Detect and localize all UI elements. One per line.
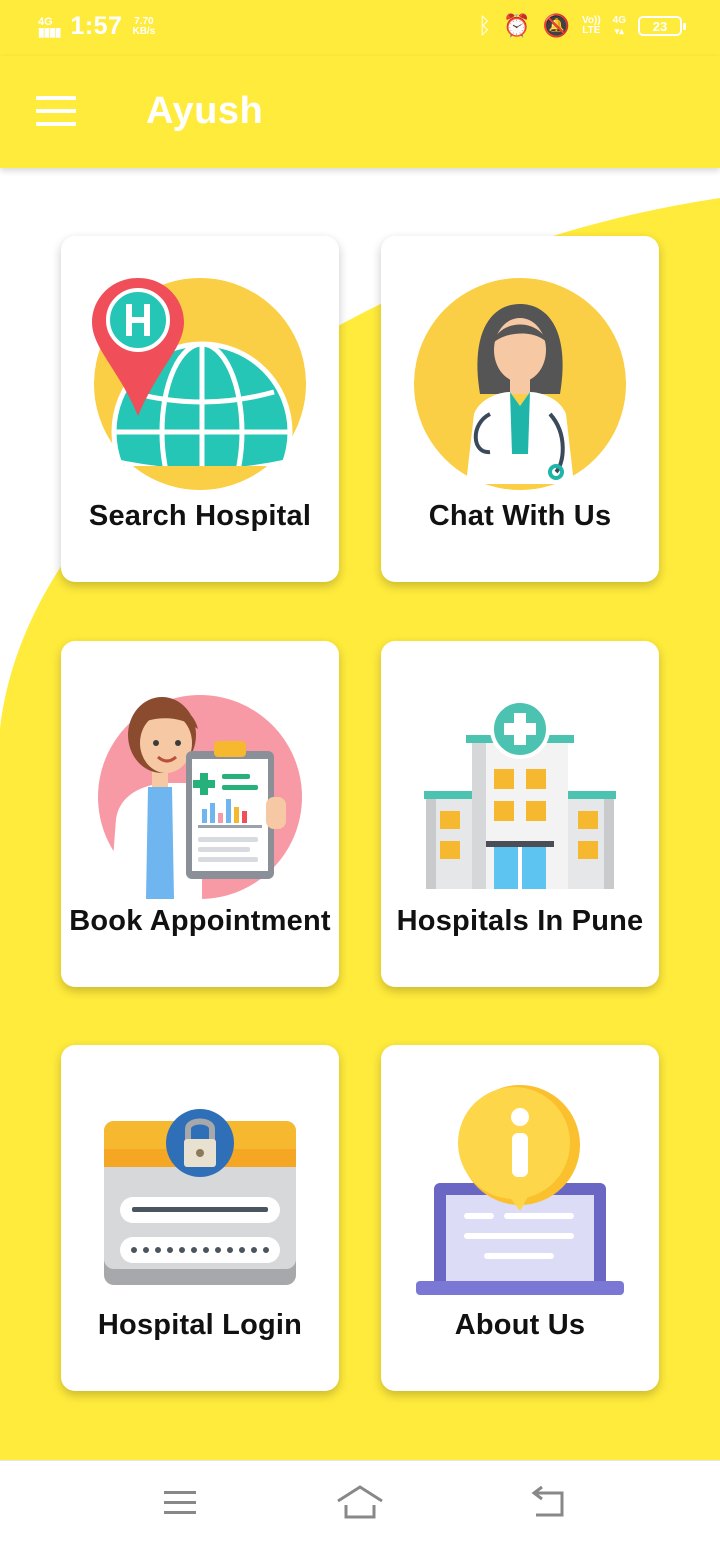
card-label: Hospitals In Pune <box>396 905 644 937</box>
globe-hospital-pin-icon <box>92 278 306 490</box>
female-doctor-icon <box>414 278 626 490</box>
card-hospital-login[interactable]: Hospital Login <box>61 1045 339 1391</box>
card-label: Book Appointment <box>69 905 331 937</box>
menu-icon[interactable] <box>36 96 76 126</box>
card-label: Chat With Us <box>428 500 612 532</box>
doctor-clipboard-icon <box>98 695 302 899</box>
mute-icon: 🔕 <box>542 13 570 38</box>
app-bar: Ayush <box>0 56 720 168</box>
card-label: Search Hospital <box>88 500 312 532</box>
signal-icon: 4G ▮▮▮▮ <box>38 15 61 39</box>
battery-icon: 23 <box>638 16 686 36</box>
system-nav-bar <box>0 1460 720 1545</box>
card-book-appointment[interactable]: Book Appointment <box>61 641 339 987</box>
alarm-icon: ⏰ <box>503 13 531 38</box>
network-right: 4G <box>612 15 626 26</box>
card-about-us[interactable]: About Us <box>381 1045 659 1391</box>
hospital-building-icon <box>424 699 616 889</box>
home-icon[interactable] <box>336 1481 384 1525</box>
speed-value: 7.70 <box>134 15 154 27</box>
volte-bottom: LTE <box>582 25 601 36</box>
status-right: ᛒ ⏰ 🔕 Vo)) LTE 4G ▾▴ 23 <box>477 13 686 38</box>
network-speed: 7.70 KB/s <box>132 15 156 37</box>
network-right-indicator: 4G ▾▴ <box>612 15 626 37</box>
card-hospitals-in-pune[interactable]: Hospitals In Pune <box>381 641 659 987</box>
menu-icon[interactable] <box>156 1481 204 1525</box>
volte-indicator: Vo)) LTE <box>582 16 601 36</box>
speed-unit: KB/s <box>132 25 156 37</box>
clock: 1:57 <box>70 12 123 40</box>
card-label: About Us <box>454 1309 586 1341</box>
status-bar: 4G ▮▮▮▮ 1:57 7.70 KB/s ᛒ ⏰ 🔕 Vo)) LTE 4G… <box>0 0 720 56</box>
main-content: Search Hospital Chat With Us Book Appoin… <box>0 168 720 1460</box>
app-title: Ayush <box>146 90 264 132</box>
battery-level: 23 <box>652 19 668 34</box>
card-chat-with-us[interactable]: Chat With Us <box>381 236 659 582</box>
bluetooth-icon: ᛒ <box>477 13 492 38</box>
login-form-lock-icon <box>104 1109 296 1285</box>
info-laptop-icon <box>416 1085 624 1295</box>
card-search-hospital[interactable]: Search Hospital <box>61 236 339 582</box>
back-icon[interactable] <box>524 1481 572 1525</box>
card-label: Hospital Login <box>97 1309 303 1341</box>
status-left: 4G ▮▮▮▮ 1:57 7.70 KB/s <box>38 12 155 41</box>
